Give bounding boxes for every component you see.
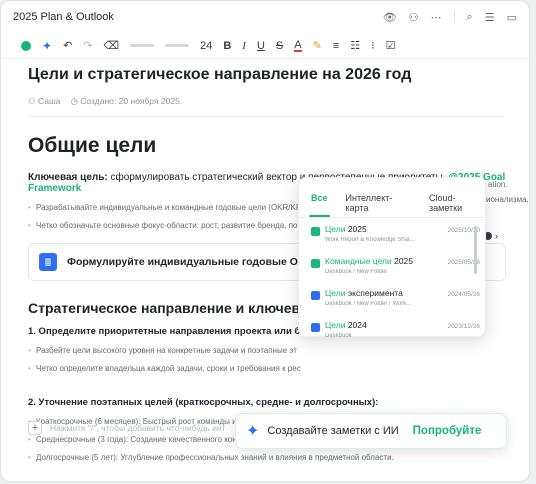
result-item[interactable]: Цели эксперимента Deskbook / New Folder … — [311, 288, 485, 318]
underline-icon[interactable]: U — [257, 40, 265, 52]
popover-tabs: Все Интеллект-карта Cloud-заметки — [299, 178, 485, 218]
result-item[interactable]: Цели 2024 Deskbook 2023/12/26 — [311, 320, 485, 350]
text-color-icon[interactable]: A — [294, 39, 302, 52]
bullet-list-icon[interactable]: ☷ — [350, 39, 360, 52]
share-user-icon[interactable]: ⚇ — [409, 11, 419, 24]
created-date: Создано: 20 ноября 2025. — [80, 96, 183, 106]
undo-icon[interactable]: ↶ — [63, 39, 72, 52]
results-list: Цели 2025 Work Report & Knowledge Shar..… — [299, 218, 485, 350]
file-card-title: Формулируйте индивидуальные годовые OKR — [67, 256, 314, 268]
list-item-text: Разрабатывайте индивидуальные и командны… — [36, 203, 304, 212]
list-icon[interactable]: ☰ — [485, 11, 495, 24]
created: ◷ Создано: 20 ноября 2025. — [71, 96, 183, 107]
list-item[interactable]: Четко определите владельца каждой задачи… — [28, 364, 528, 373]
key-goal-label: Ключевая цель: — [28, 172, 108, 183]
result-date: 2024/05/26 — [447, 291, 480, 298]
tab-mindmap[interactable]: Интеллект-карта — [346, 193, 412, 217]
result-title: Цели 2024 — [325, 320, 367, 330]
document-icon — [311, 323, 320, 332]
more-icon[interactable]: ⋯ — [431, 11, 442, 24]
result-path: Work Report & Knowledge Shar... — [325, 237, 415, 243]
italic-icon[interactable]: I — [242, 40, 246, 52]
bold-icon[interactable]: B — [223, 40, 231, 52]
try-button[interactable]: Попробуйте — [413, 425, 482, 437]
format-painter-icon[interactable]: ⌫ — [104, 39, 120, 52]
result-title: Цели 2025 — [325, 224, 367, 234]
mention-popover: Все Интеллект-карта Cloud-заметки Цели 2… — [298, 177, 486, 339]
search-icon[interactable]: ⌕ — [467, 11, 473, 24]
result-path: Deskbook — [325, 333, 352, 339]
titlebar-actions: 👁 ⚇ ⋯ ⌕ ☰ ▭ — [383, 11, 517, 24]
note-icon — [311, 227, 320, 236]
eye-icon[interactable]: 👁 — [383, 11, 397, 24]
result-path: Deskbook / New Folder — [325, 269, 388, 275]
tab-cloud-notes[interactable]: Cloud-заметки — [429, 193, 485, 217]
insert-icon[interactable] — [21, 40, 31, 51]
overflow-text: ation. — [488, 180, 508, 189]
heading-1[interactable]: Общие цели — [28, 134, 528, 158]
document-icon — [311, 291, 320, 300]
empty-line[interactable]: + Нажмите "/", чтобы добавить что-нибудь… — [28, 421, 225, 435]
result-title: Командные цели 2025 — [325, 256, 414, 266]
highlight-icon[interactable]: ✎ — [313, 39, 322, 52]
font-size-dropdown[interactable]: 24 — [200, 40, 212, 52]
plus-icon[interactable]: + — [28, 421, 42, 435]
ai-sparkle-icon[interactable]: ✦ — [42, 39, 52, 53]
doc-title[interactable]: Цели и стратегическое направление на 202… — [28, 66, 528, 84]
author-name: Саша — [37, 96, 61, 106]
checklist-icon[interactable]: ☑ — [386, 39, 396, 52]
author: ⚇ Саша — [28, 96, 61, 107]
redo-icon[interactable]: ↷ — [83, 39, 92, 52]
list-item-text: Разбейте цели высокого уровня на конкрет… — [36, 346, 297, 355]
clock-icon: ◷ — [70, 96, 81, 106]
note-icon — [311, 259, 320, 268]
heading-3[interactable]: 2. Уточнение поэтапных целей (краткосроч… — [28, 397, 528, 408]
titlebar: 2025 Plan & Outlook 👁 ⚇ ⋯ ⌕ ☰ ▭ — [1, 1, 529, 33]
list-item-text: Долгосрочные (5 лет): Углубление професс… — [36, 453, 394, 462]
document-icon: ≣ — [39, 253, 57, 271]
style-dropdown[interactable] — [130, 44, 155, 47]
result-item[interactable]: Командные цели 2025 Deskbook / New Folde… — [311, 256, 485, 286]
divider — [28, 116, 503, 117]
font-dropdown[interactable] — [165, 44, 190, 47]
ai-sparkle-icon: ✦ — [246, 423, 260, 440]
file-card-expand[interactable]: › — [484, 228, 502, 244]
ai-banner-text: Создавайте заметки с ИИ — [267, 425, 399, 437]
list-item-text: Среднесрочные (3 года): Создание качеств… — [36, 435, 260, 444]
placeholder-text: Нажмите "/", чтобы добавить что-нибудь и… — [50, 423, 226, 433]
result-path: Deskbook / New Folder / Work... — [325, 301, 412, 307]
user-icon: ⚇ — [28, 96, 38, 106]
result-date: 2023/12/26 — [447, 323, 480, 330]
result-item[interactable]: Цели 2025 Work Report & Knowledge Shar..… — [311, 224, 485, 254]
align-icon[interactable]: ≡ — [333, 40, 339, 52]
result-title: Цели эксперимента — [325, 288, 403, 298]
panel-icon[interactable]: ▭ — [507, 11, 517, 24]
doc-meta: ⚇ Саша ◷ Создано: 20 ноября 2025. — [28, 96, 528, 107]
list-item[interactable]: Долгосрочные (5 лет): Углубление професс… — [28, 453, 528, 462]
format-toolbar: ✦ ↶ ↷ ⌫ 24 B I U S A ✎ ≡ ☷ ⁝ ☑ — [1, 33, 529, 59]
overflow-text: ионализма. — [486, 195, 529, 204]
chevron-right-icon: › — [495, 231, 498, 241]
strikethrough-icon[interactable]: S — [276, 40, 283, 52]
window-title: 2025 Plan & Outlook — [13, 11, 114, 23]
numbered-list-icon[interactable]: ⁝ — [371, 39, 375, 52]
scrollbar[interactable] — [474, 226, 477, 274]
tab-all[interactable]: Все — [309, 193, 329, 217]
list-item-text: Четко определите владельца каждой задачи… — [36, 364, 301, 373]
list-item-text: Четко обозначьте основные фокус-области:… — [36, 221, 308, 230]
ai-notes-banner[interactable]: ✦ Создавайте заметки с ИИ Попробуйте — [235, 413, 507, 449]
divider — [453, 11, 455, 23]
